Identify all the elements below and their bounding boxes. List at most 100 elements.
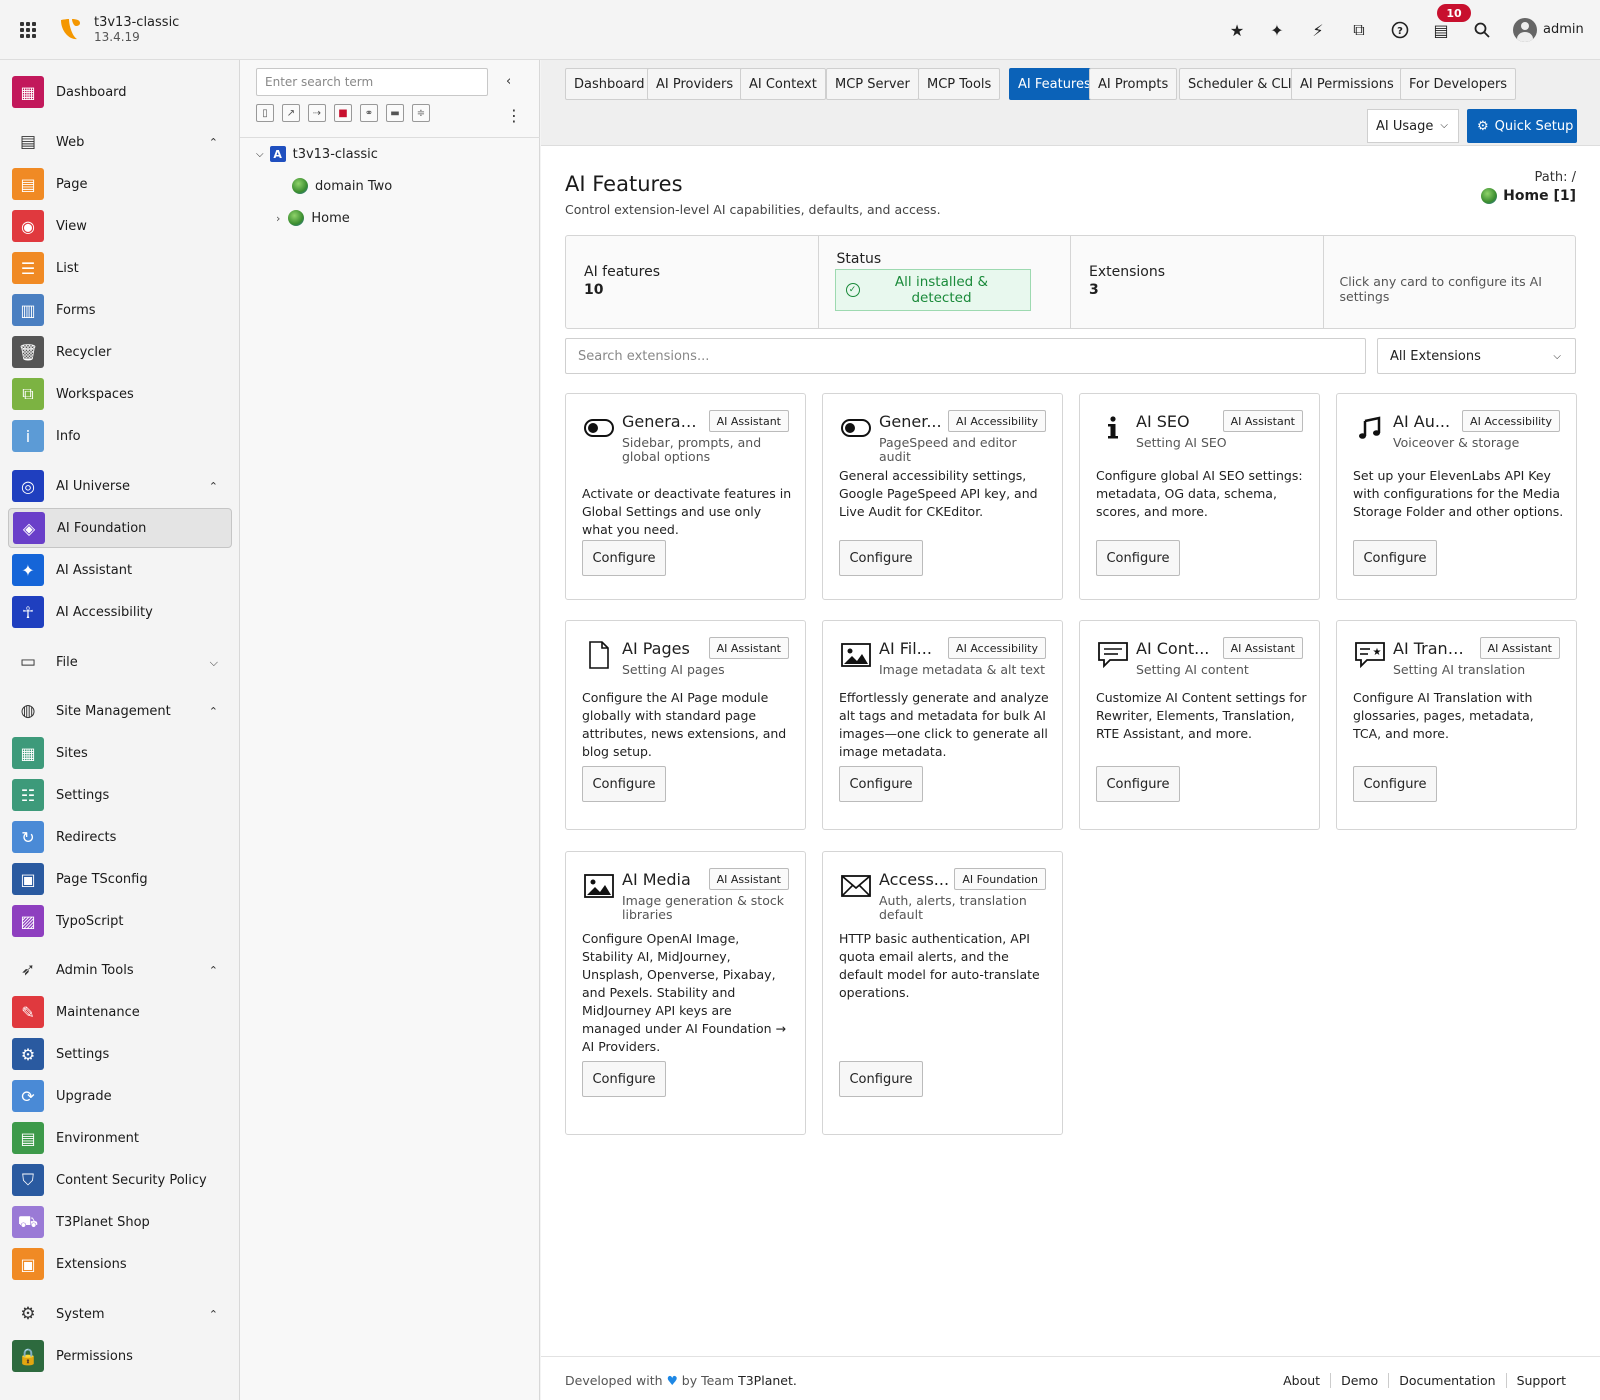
sidebar-item-file[interactable]: ▭ File ⌵ (8, 642, 232, 682)
link-icon[interactable]: ⚭ (360, 104, 378, 122)
sidebar-item-recycler[interactable]: 🗑 Recycler (8, 332, 232, 372)
configure-button[interactable]: Configure (582, 540, 666, 576)
sidebar-item-environment[interactable]: ▤ Environment (8, 1118, 232, 1158)
tab-ai-permissions[interactable]: AI Permissions (1291, 68, 1403, 100)
messages-icon[interactable]: ▤ (1431, 20, 1451, 40)
configure-button[interactable]: Configure (582, 766, 666, 802)
configure-button[interactable]: Configure (839, 540, 923, 576)
feature-card[interactable]: AI Cont... AI Assistant Setting AI content… (1079, 620, 1320, 830)
tab-ai-features[interactable]: AI Features (1009, 68, 1100, 100)
feature-card[interactable]: Access... AI Foundation Auth, alerts, tran… (822, 851, 1063, 1135)
sidebar-item-web[interactable]: ▤ Web ⌃ (8, 122, 232, 162)
footer-link-demo[interactable]: Demo (1330, 1373, 1388, 1388)
more-options-icon[interactable]: ⋮ (506, 106, 522, 125)
sidebar-item-ai-foundation[interactable]: ◈ AI Foundation (8, 508, 232, 548)
star-icon[interactable]: ★ (1227, 20, 1247, 40)
sidebar-item-forms[interactable]: ▥ Forms (8, 290, 232, 330)
ai-usage-select[interactable]: AI Usage ⌵ (1367, 109, 1459, 143)
tree-root-node[interactable]: ⌵ A t3v13-classic (256, 146, 378, 162)
sidebar-item-dashboard[interactable]: ▦ Dashboard (8, 72, 232, 112)
feature-card[interactable]: AI Media AI Assistant Image generation & s… (565, 851, 806, 1135)
configure-button[interactable]: Configure (1096, 540, 1180, 576)
chevron-up-icon[interactable]: ⌃ (209, 705, 218, 718)
sidebar-item-system[interactable]: ⚙ System ⌃ (8, 1294, 232, 1334)
copy-icon[interactable]: ⧉ (1349, 20, 1369, 40)
tab-ai-context[interactable]: AI Context (740, 68, 826, 100)
tab-mcp-tools[interactable]: MCP Tools (918, 68, 1001, 100)
folder-icon[interactable]: ▬ (386, 104, 404, 122)
chevron-up-icon[interactable]: ⌃ (209, 1308, 218, 1321)
feature-card[interactable]: AI Fil... AI Accessibility Image metadata … (822, 620, 1063, 830)
tab-ai-providers[interactable]: AI Providers (647, 68, 743, 100)
new-mountpoint-icon[interactable]: ■ (334, 104, 352, 122)
sidebar-item-workspaces[interactable]: ⧉ Workspaces (8, 374, 232, 414)
user-name[interactable]: admin (1543, 22, 1584, 37)
sidebar-item-view[interactable]: ◉ View (8, 206, 232, 246)
configure-button[interactable]: Configure (1096, 766, 1180, 802)
configure-button[interactable]: Configure (839, 766, 923, 802)
lightning-icon[interactable]: ⚡ (1308, 20, 1328, 40)
feature-card[interactable]: AI SEO AI Assistant Setting AI SEO Configur… (1079, 393, 1320, 600)
configure-button[interactable]: Configure (582, 1061, 666, 1097)
separator-icon[interactable]: ≑ (412, 104, 430, 122)
tab-scheduler-cli[interactable]: Scheduler & CLI (1179, 68, 1301, 100)
footer-link-about[interactable]: About (1273, 1373, 1330, 1388)
typo3-logo-icon[interactable] (58, 16, 84, 42)
site-name[interactable]: t3v13-classic (94, 15, 179, 30)
tree-search-input[interactable] (256, 68, 488, 96)
chevron-down-icon[interactable]: ⌵ (256, 149, 264, 160)
configure-button[interactable]: Configure (1353, 766, 1437, 802)
new-page-icon[interactable]: ▯ (256, 104, 274, 122)
quick-setup-button[interactable]: ⚙ Quick Setup (1467, 109, 1577, 143)
extension-filter-select[interactable]: All Extensions ⌵ (1377, 338, 1576, 374)
sidebar-item-t3planet-shop[interactable]: ⛟ T3Planet Shop (8, 1202, 232, 1242)
feature-card[interactable]: Gener... AI Accessibility PageSpeed and ed… (822, 393, 1063, 600)
tab-dashboard[interactable]: Dashboard (565, 68, 654, 100)
team-link[interactable]: T3Planet. (738, 1373, 797, 1388)
collapse-tree-icon[interactable]: ‹ (506, 74, 511, 89)
path-value[interactable]: Home [1] (1481, 188, 1576, 204)
new-external-icon[interactable]: ⇢ (308, 104, 326, 122)
sidebar-item-page[interactable]: ▤ Page (8, 164, 232, 204)
sidebar-item-settings[interactable]: ⚙ Settings (8, 1034, 232, 1074)
sidebar-item-ai-accessibility[interactable]: ☥ AI Accessibility (8, 592, 232, 632)
sidebar-item-permissions[interactable]: 🔒 Permissions (8, 1336, 232, 1376)
tree-node-domain-two[interactable]: domain Two (292, 178, 392, 194)
chevron-up-icon[interactable]: ⌃ (209, 964, 218, 977)
sidebar-item-redirects[interactable]: ↻ Redirects (8, 817, 232, 857)
footer-link-documentation[interactable]: Documentation (1388, 1373, 1505, 1388)
sidebar-item-ai-universe[interactable]: ◎ AI Universe ⌃ (8, 466, 232, 506)
help-icon[interactable]: ? (1390, 20, 1410, 40)
sidebar-item-info[interactable]: i Info (8, 416, 232, 456)
feature-card[interactable]: ★ AI Trans... AI Assistant Setting AI trans… (1336, 620, 1577, 830)
sidebar-item-list[interactable]: ☰ List (8, 248, 232, 288)
new-shortcut-icon[interactable]: ↗ (282, 104, 300, 122)
app-grid-icon[interactable] (20, 22, 36, 38)
feature-card[interactable]: General ... AI Assistant Sidebar, prompts,… (565, 393, 806, 600)
tab-ai-prompts[interactable]: AI Prompts (1089, 68, 1178, 100)
tab-mcp-server[interactable]: MCP Server (826, 68, 919, 100)
chevron-right-icon[interactable]: › (276, 212, 280, 225)
sidebar-item-typoscript[interactable]: ▨ TypoScript (8, 901, 232, 941)
sidebar-item-admin-tools[interactable]: ➶ Admin Tools ⌃ (8, 950, 232, 990)
sidebar-item-content-security-policy[interactable]: ⛉ Content Security Policy (8, 1160, 232, 1200)
sidebar-item-extensions[interactable]: ▣ Extensions (8, 1244, 232, 1284)
sidebar-item-page-tsconfig[interactable]: ▣ Page TSconfig (8, 859, 232, 899)
sidebar-item-ai-assistant[interactable]: ✦ AI Assistant (8, 550, 232, 590)
extension-search-input[interactable] (565, 338, 1366, 374)
sparkle-icon[interactable]: ✦ (1267, 20, 1287, 40)
configure-button[interactable]: Configure (839, 1061, 923, 1097)
search-icon[interactable] (1472, 20, 1492, 40)
sidebar-item-upgrade[interactable]: ⟳ Upgrade (8, 1076, 232, 1116)
configure-button[interactable]: Configure (1353, 540, 1437, 576)
tab-for-developers[interactable]: For Developers (1400, 68, 1517, 100)
footer-link-support[interactable]: Support (1505, 1373, 1576, 1388)
sidebar-item-sites[interactable]: ▦ Sites (8, 733, 232, 773)
chevron-down-icon[interactable]: ⌵ (210, 656, 218, 670)
feature-card[interactable]: AI Pages AI Assistant Setting AI pages Conf… (565, 620, 806, 830)
chevron-up-icon[interactable]: ⌃ (209, 480, 218, 493)
feature-card[interactable]: AI Au... AI Accessibility Voiceover & stor… (1336, 393, 1577, 600)
sidebar-item-maintenance[interactable]: ✎ Maintenance (8, 992, 232, 1032)
sidebar-item-site-management[interactable]: ◍ Site Management ⌃ (8, 691, 232, 731)
avatar[interactable] (1513, 18, 1537, 42)
